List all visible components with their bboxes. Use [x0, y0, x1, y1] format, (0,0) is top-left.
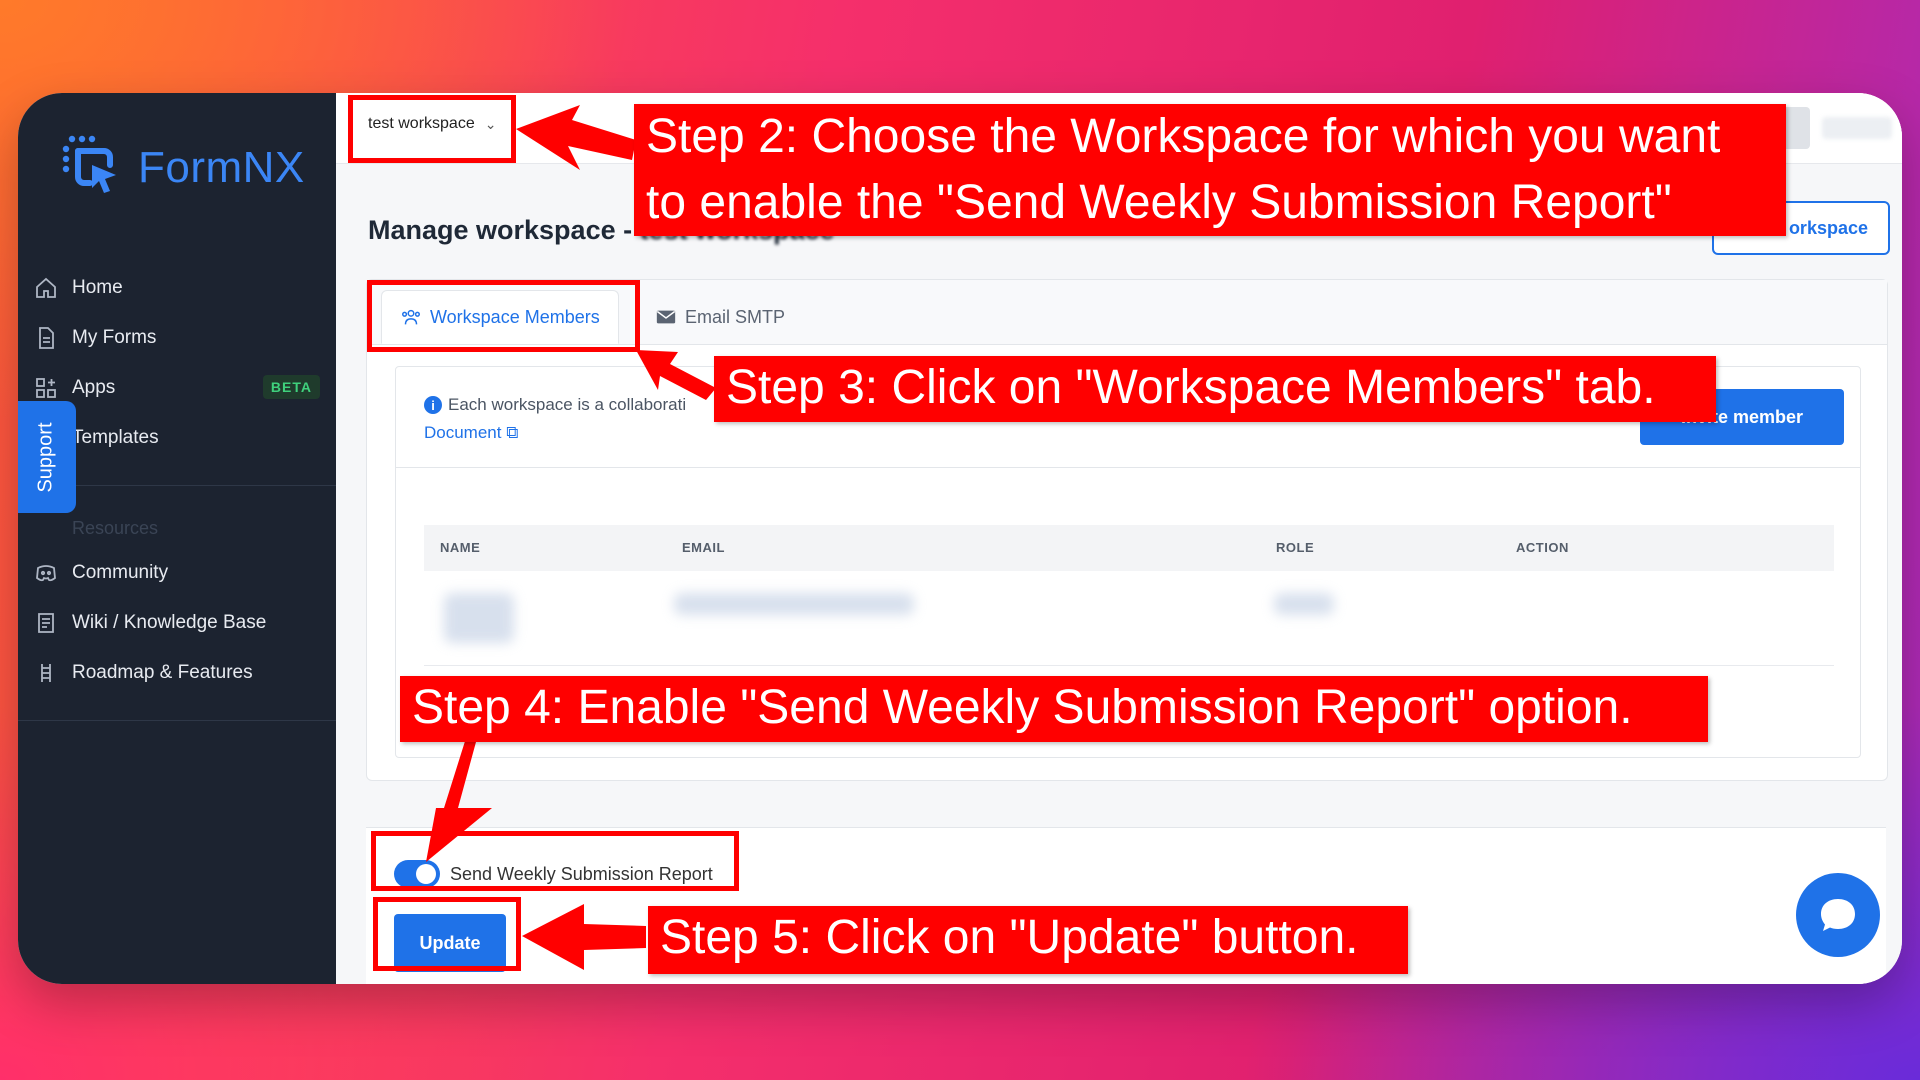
redacted-email — [674, 593, 914, 615]
logo[interactable]: FormNX — [58, 131, 305, 205]
page-title-text: Manage workspace - — [368, 215, 640, 245]
sidebar-item-label: Apps — [72, 377, 116, 398]
beta-badge: BETA — [262, 375, 320, 399]
chat-icon — [1821, 899, 1855, 931]
column-role: ROLE — [1276, 540, 1315, 555]
column-action: ACTION — [1516, 540, 1569, 555]
info-icon: i — [424, 396, 442, 414]
highlight-members-tab — [367, 280, 640, 352]
support-label: Support — [34, 421, 57, 493]
sidebar-item-label: Templates — [72, 427, 159, 448]
sidebar-item-my-forms[interactable]: My Forms — [18, 313, 336, 363]
callout-step5: Step 5: Click on "Update" button. — [648, 906, 1408, 974]
sidebar-item-community[interactable]: Community — [18, 548, 336, 598]
sidebar: FormNX Home My Forms Apps BETA Templates… — [18, 93, 336, 984]
panel-divider — [396, 467, 1860, 468]
support-tab[interactable]: Support — [18, 401, 76, 513]
callout-step4: Step 4: Enable "Send Weekly Submission R… — [400, 676, 1708, 742]
sidebar-item-label: Wiki / Knowledge Base — [72, 612, 267, 633]
column-email: EMAIL — [682, 540, 725, 555]
callout-step2: Step 2: Choose the Workspace for which y… — [634, 104, 1786, 236]
chat-widget-button[interactable] — [1796, 873, 1880, 957]
external-link-icon: ⧉ — [506, 423, 519, 442]
highlight-workspace-select — [348, 95, 516, 163]
sidebar-section-label: Resources — [72, 518, 159, 538]
roadmap-icon — [41, 664, 51, 682]
column-name: NAME — [440, 540, 481, 555]
sidebar-item-label: My Forms — [72, 327, 157, 348]
table-row — [424, 573, 1834, 666]
discord-icon — [36, 565, 56, 582]
document-link-label: Document — [424, 423, 502, 442]
sidebar-item-roadmap[interactable]: Roadmap & Features — [18, 648, 336, 698]
callout-step2-line1: Step 2: Choose the Workspace for which y… — [646, 110, 1721, 163]
workspace-outline-button-label: orkspace — [1788, 217, 1868, 238]
members-table-header: NAME EMAIL ROLE ACTION — [424, 525, 1834, 571]
sidebar-divider — [18, 720, 336, 721]
sidebar-item-wiki[interactable]: Wiki / Knowledge Base — [18, 598, 336, 648]
home-icon — [36, 277, 56, 298]
tab-email-smtp[interactable]: Email SMTP — [637, 290, 803, 344]
wiki-icon — [38, 613, 54, 633]
redacted-name — [444, 593, 514, 643]
callout-step2-line2: to enable the "Send Weekly Submission Re… — [646, 176, 1672, 229]
envelope-icon — [656, 310, 676, 324]
logo-text: FormNX — [138, 143, 305, 192]
document-icon — [39, 327, 54, 349]
tab-label: Email SMTP — [685, 306, 786, 327]
apps-icon — [36, 378, 56, 398]
formnx-logo-icon — [62, 135, 116, 193]
document-link[interactable]: Document ⧉ — [424, 423, 518, 443]
sidebar-item-label: Home — [72, 277, 123, 298]
user-avatar[interactable] — [1822, 117, 1892, 139]
sidebar-item-home[interactable]: Home — [18, 263, 336, 313]
highlight-update-button — [373, 897, 521, 971]
highlight-weekly-toggle — [371, 831, 739, 891]
info-line: i Each workspace is a collaborati — [424, 395, 686, 415]
callout-step3: Step 3: Click on "Workspace Members" tab… — [714, 356, 1716, 422]
sidebar-item-label: Community — [72, 562, 169, 583]
info-text: Each workspace is a collaborati — [448, 395, 687, 414]
sidebar-item-label: Roadmap & Features — [72, 662, 253, 683]
redacted-role — [1274, 593, 1334, 615]
